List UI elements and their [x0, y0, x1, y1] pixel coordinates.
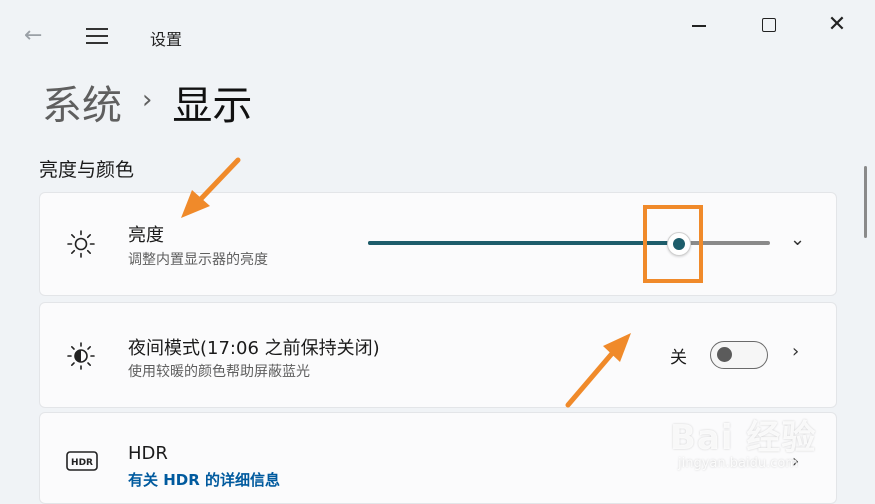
watermark-brand: Bai 经验 — [670, 418, 817, 458]
chevron-down-icon[interactable]: ⌄ — [790, 229, 805, 250]
toggle-knob — [717, 347, 732, 362]
night-light-toggle[interactable] — [710, 341, 768, 369]
brightness-slider[interactable] — [368, 232, 770, 256]
title-bar: ← 设置 ✕ — [0, 0, 875, 60]
toggle-state-label: 关 — [670, 348, 687, 368]
hdr-title: HDR — [128, 443, 168, 464]
night-light-title: 夜间模式(17:06 之前保持关闭) — [128, 338, 380, 359]
night-light-subtitle: 使用较暖的颜色帮助屏蔽蓝光 — [128, 364, 310, 380]
baidu-watermark: Bai 经验 jingyan.baidu.com — [670, 400, 870, 480]
annotation-highlight-box — [643, 205, 703, 283]
back-arrow-icon[interactable]: ← — [24, 22, 52, 50]
night-light-card[interactable]: 夜间模式(17:06 之前保持关闭) 使用较暖的颜色帮助屏蔽蓝光 关 › — [39, 302, 837, 408]
svg-text:HDR: HDR — [71, 458, 93, 468]
hdr-icon: HDR — [66, 451, 98, 471]
slider-fill — [368, 241, 678, 245]
watermark-url: jingyan.baidu.com — [678, 456, 798, 471]
close-button[interactable]: ✕ — [822, 14, 852, 36]
scrollbar[interactable] — [864, 166, 867, 238]
hamburger-icon[interactable] — [86, 26, 110, 46]
section-title: 亮度与颜色 — [39, 159, 135, 181]
brightness-card[interactable]: 亮度 调整内置显示器的亮度 ⌄ — [39, 192, 837, 296]
brightness-title: 亮度 — [128, 225, 164, 246]
night-light-icon — [67, 342, 95, 370]
page-title: 显示 — [172, 83, 253, 129]
sun-icon — [67, 230, 95, 258]
app-title: 设置 — [150, 30, 183, 49]
maximize-button[interactable] — [754, 14, 784, 36]
breadcrumb-parent[interactable]: 系统 — [42, 73, 122, 131]
breadcrumb: 系统 › 显示 — [42, 72, 252, 132]
breadcrumb-separator-icon: › — [142, 85, 153, 115]
brightness-subtitle: 调整内置显示器的亮度 — [128, 252, 268, 268]
chevron-right-icon[interactable]: › — [792, 341, 799, 362]
hdr-info-link[interactable]: 有关 HDR 的详细信息 — [128, 469, 280, 490]
minimize-button[interactable] — [684, 14, 714, 36]
